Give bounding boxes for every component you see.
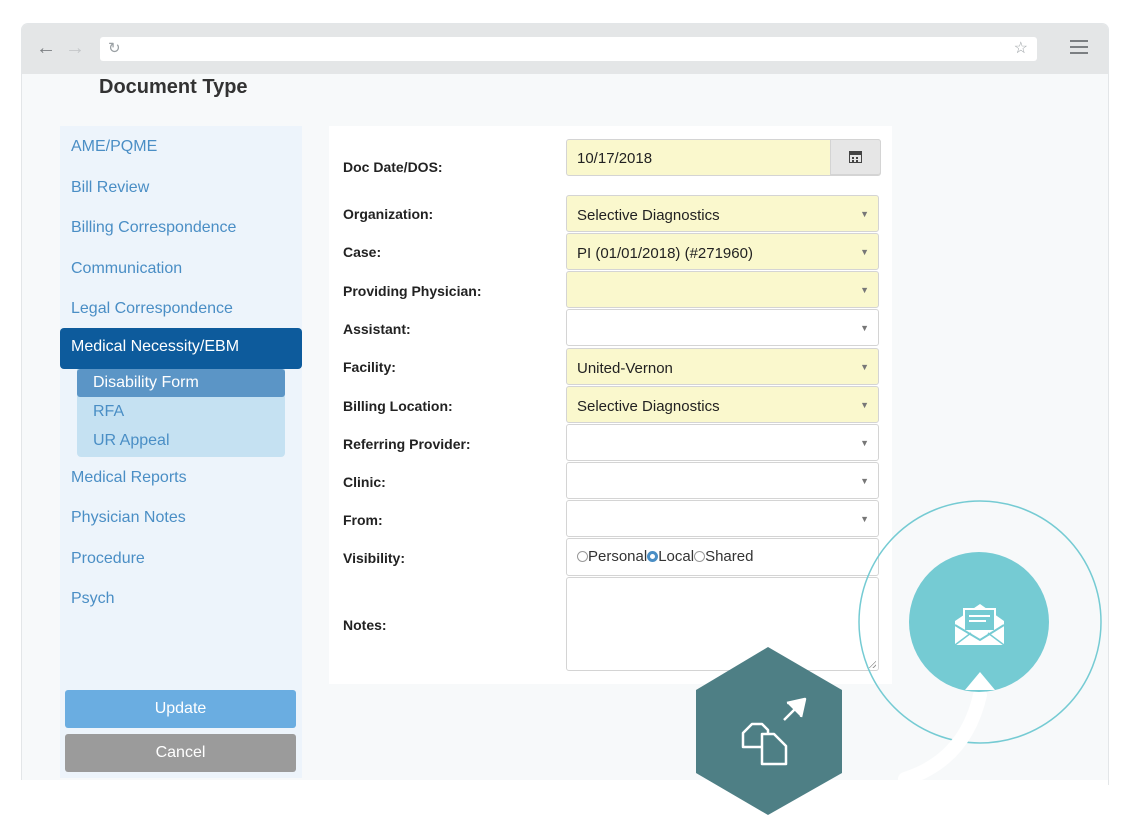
decorative-overlay xyxy=(18,500,1108,825)
page-bottom-fade xyxy=(18,780,1108,825)
